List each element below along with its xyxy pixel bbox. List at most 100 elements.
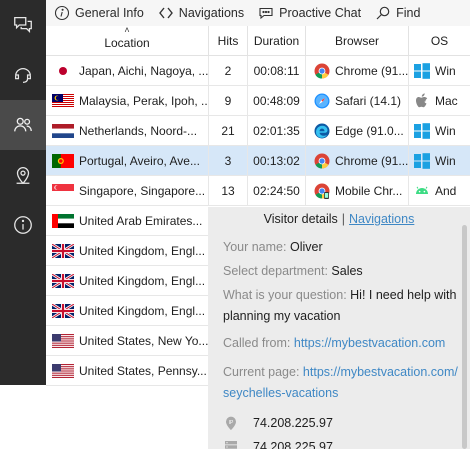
column-header-duration[interactable]: Duration — [248, 26, 306, 56]
browser-text: Safari (14.1) — [335, 93, 402, 108]
singapore-flag-icon — [52, 183, 74, 198]
name-value: Oliver — [289, 240, 323, 254]
called-from-line: Called from: https://mybestvacation.com — [223, 333, 458, 354]
search-icon — [375, 5, 391, 21]
details-scrollbar[interactable] — [462, 225, 467, 449]
sidebar-info-button[interactable] — [0, 200, 46, 250]
question-line: What is your question: Hi! I need help w… — [223, 285, 458, 327]
hits-value: 13 — [209, 176, 248, 205]
details-body: Your name: Oliver Select department: Sal… — [223, 237, 458, 449]
duration-value: 02:24:50 — [248, 176, 306, 205]
browser-text: Chrome (91... — [335, 63, 409, 78]
tab-visitor-details[interactable]: Visitor details — [264, 212, 338, 226]
table-header: ˄ Location Hits Duration Browser OS — [46, 25, 470, 56]
column-header-os[interactable]: OS — [409, 26, 470, 56]
duration-value: 00:48:09 — [248, 86, 306, 115]
android-icon — [416, 186, 428, 194]
browser-text: Chrome (91... — [335, 153, 409, 168]
headset-icon — [15, 68, 31, 83]
app-window: General Info Navigations Proactive Chat … — [0, 0, 470, 449]
malaysia-flag-icon — [52, 93, 74, 108]
table-row-selected[interactable]: Portugal, Aveiro, Ave... 3 00:13:02 Chro… — [46, 146, 470, 176]
location-text: United Kingdom, Engl... — [79, 243, 206, 258]
hits-value: 2 — [209, 56, 248, 85]
info-icon — [14, 216, 32, 234]
current-page-link[interactable]: https://mybestvacation.com/ — [303, 365, 458, 379]
proactive-chat-button[interactable]: Proactive Chat — [258, 0, 361, 26]
sidebar-visitors-button[interactable] — [0, 100, 46, 150]
hits-value: 9 — [209, 86, 248, 115]
location-text: Portugal, Aveiro, Ave... — [79, 153, 200, 168]
mobile-chrome-icon — [314, 183, 330, 199]
duration-value: 00:13:02 — [248, 146, 306, 175]
os-text: Win — [435, 153, 456, 168]
called-from-label: Called from: — [223, 336, 291, 350]
column-header-browser[interactable]: Browser — [306, 26, 409, 56]
chat-bubbles-icon — [14, 17, 32, 33]
location-text: United Arab Emirates... — [79, 213, 203, 228]
hits-value: 21 — [209, 116, 248, 145]
code-brackets-icon — [158, 5, 174, 21]
department-line: Select department: Sales — [223, 261, 458, 282]
general-info-button[interactable]: General Info — [54, 0, 144, 26]
japan-flag-icon — [52, 63, 74, 78]
visitor-details-panel: Visitor details | Navigations Your name: O… — [208, 207, 470, 449]
windows-icon — [414, 122, 430, 139]
uk-flag-icon — [52, 273, 74, 288]
name-label: Your name: — [223, 240, 287, 254]
sidebar — [0, 0, 46, 385]
host-line: 74.208.225.97 — [223, 435, 458, 449]
sidebar-operators-button[interactable] — [0, 50, 46, 100]
browser-text: Edge (91.0... — [335, 123, 404, 138]
name-line: Your name: Oliver — [223, 237, 458, 258]
department-value: Sales — [331, 264, 363, 278]
tab-navigations[interactable]: Navigations — [349, 212, 414, 226]
find-button[interactable]: Find — [375, 0, 420, 26]
hits-value: 3 — [209, 146, 248, 175]
windows-icon — [414, 62, 430, 79]
table-row[interactable]: Malaysia, Perak, Ipoh, ... 9 00:48:09 Sa… — [46, 86, 470, 116]
find-label: Find — [396, 6, 421, 20]
question-value: Hi! I need help with — [350, 288, 457, 302]
ip-line: IP 74.208.225.97 — [223, 411, 458, 435]
column-header-hits[interactable]: Hits — [209, 26, 248, 56]
info-circle-icon — [54, 5, 70, 21]
chat-dots-icon — [258, 5, 274, 21]
table-row[interactable]: Netherlands, Noord-... 21 02:01:35 Edge … — [46, 116, 470, 146]
table-row[interactable]: Singapore, Singapore... 13 02:24:50 Mobi… — [46, 176, 470, 206]
netherlands-flag-icon — [52, 123, 74, 138]
chrome-icon — [314, 153, 330, 169]
location-text: United Kingdom, Engl... — [79, 273, 206, 288]
os-text: Win — [435, 63, 456, 78]
location-text: United States, Pennsy... — [79, 363, 207, 378]
svg-text:IP: IP — [229, 420, 234, 426]
tab-separator: | — [341, 212, 346, 226]
safari-icon — [314, 93, 330, 108]
column-header-location[interactable]: ˄ Location — [46, 25, 209, 56]
sidebar-chats-button[interactable] — [0, 0, 46, 50]
table-row[interactable]: Japan, Aichi, Nagoya, ... 2 00:08:11 Chr… — [46, 56, 470, 86]
department-label: Select department: — [223, 264, 328, 278]
current-page-line: Current page: https://mybestvacation.com… — [223, 362, 458, 404]
ip-pin-icon: IP — [226, 416, 236, 430]
location-text: United States, New Yo... — [79, 333, 209, 348]
os-text: Win — [435, 123, 456, 138]
duration-value: 00:08:11 — [248, 56, 306, 85]
location-text: Singapore, Singapore... — [79, 183, 206, 198]
current-page-link-cont[interactable]: seychelles-vacations — [223, 386, 338, 400]
portugal-flag-icon — [52, 153, 74, 168]
apple-icon — [416, 92, 428, 107]
current-page-label: Current page: — [223, 365, 300, 379]
location-text: Japan, Aichi, Nagoya, ... — [79, 63, 209, 78]
called-from-link[interactable]: https://mybestvacation.com — [294, 336, 445, 350]
uk-flag-icon — [52, 243, 74, 258]
map-pin-icon — [16, 167, 30, 185]
server-icon — [225, 441, 237, 449]
os-text: And — [435, 183, 457, 198]
chrome-icon — [314, 63, 330, 79]
windows-icon — [414, 152, 430, 169]
details-tabs: Visitor details | Navigations — [208, 212, 470, 226]
browser-text: Mobile Chr... — [335, 183, 403, 198]
sidebar-map-button[interactable] — [0, 150, 46, 200]
navigations-button[interactable]: Navigations — [158, 0, 244, 26]
